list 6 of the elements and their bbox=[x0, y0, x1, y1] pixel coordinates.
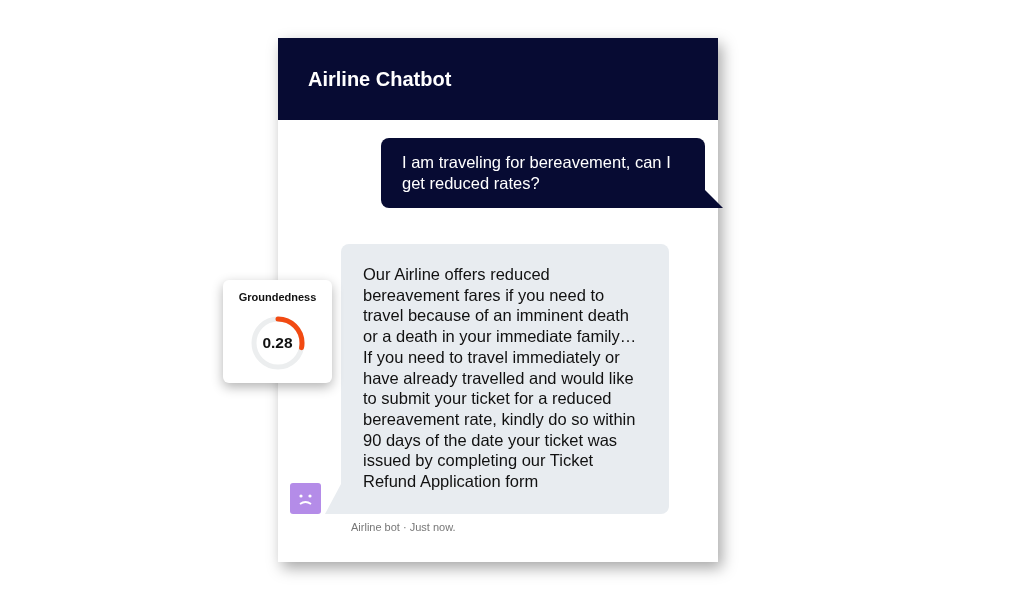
message-meta: Airline bot · Just now. bbox=[351, 519, 457, 535]
score-value: 0.28 bbox=[261, 332, 294, 353]
sad-face-icon bbox=[290, 482, 321, 514]
window-title: Airline Chatbot bbox=[308, 67, 452, 91]
score-title: Groundedness bbox=[238, 290, 317, 305]
bubble-tail bbox=[705, 190, 723, 208]
